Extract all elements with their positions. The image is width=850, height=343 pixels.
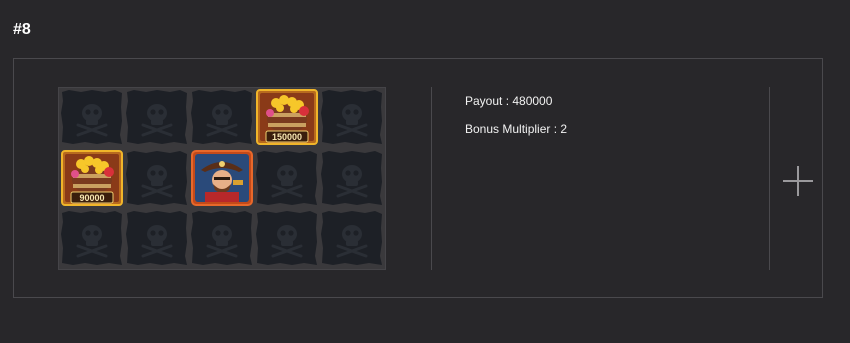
blank-skull-icon xyxy=(321,150,383,206)
svg-text:150000: 150000 xyxy=(272,132,302,142)
plus-icon xyxy=(783,166,813,196)
round-title: #8 xyxy=(13,21,31,38)
blank-skull-icon xyxy=(61,89,123,145)
blank-skull-icon xyxy=(321,89,383,145)
blank-skull-icon xyxy=(126,89,188,145)
reel-grid: 150000 90000 xyxy=(58,87,386,270)
blank-skull-icon xyxy=(256,210,318,266)
pirate-captain-icon xyxy=(191,150,253,206)
treasure-barrel-icon: 150000 xyxy=(256,89,318,145)
blank-skull-icon xyxy=(321,210,383,266)
divider xyxy=(431,87,432,270)
treasure-barrel-icon: 90000 xyxy=(61,150,123,206)
payout-text: Payout : 480000 xyxy=(465,94,553,108)
round-result-page: #8 150000 90000 Payout: 480000 Bonus Mu… xyxy=(0,0,850,343)
blank-skull-icon xyxy=(256,150,318,206)
add-button[interactable] xyxy=(780,163,816,199)
blank-skull-icon xyxy=(126,210,188,266)
blank-skull-icon xyxy=(191,210,253,266)
divider xyxy=(769,87,770,270)
blank-skull-icon xyxy=(126,150,188,206)
blank-skull-icon xyxy=(191,89,253,145)
blank-skull-icon xyxy=(61,210,123,266)
svg-text:90000: 90000 xyxy=(79,193,104,203)
result-info: Payout : 480000 Bonus Multiplier : 2 xyxy=(465,94,567,150)
bonus-multiplier-text: Bonus Multiplier : 2 xyxy=(465,122,568,136)
